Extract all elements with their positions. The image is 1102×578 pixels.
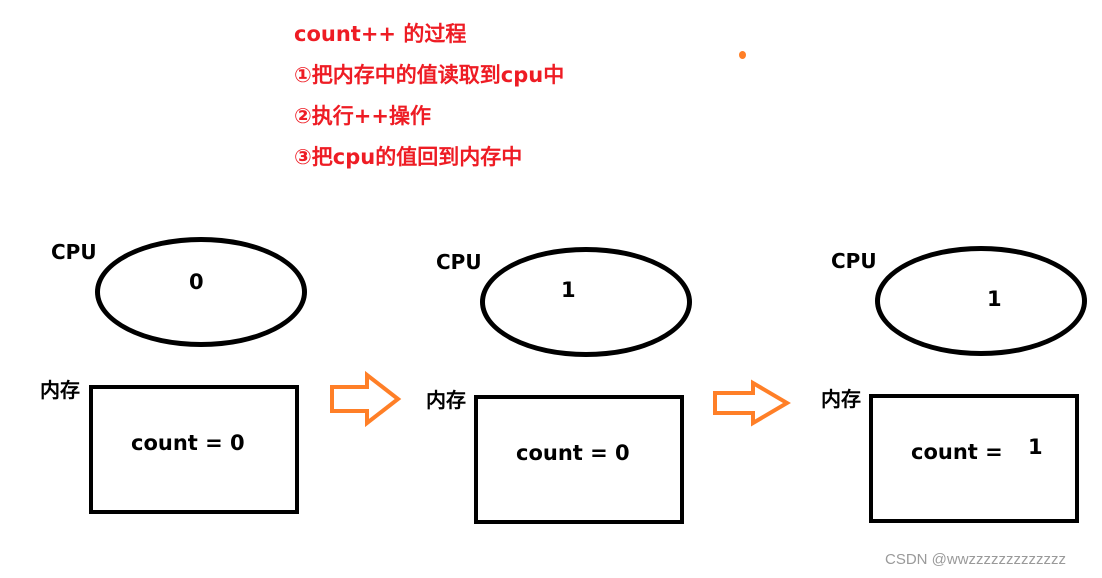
memory-text: count = 0 [131, 431, 245, 455]
step-2-text: ②执行++操作 [294, 104, 431, 128]
cpu-value: 1 [561, 278, 576, 302]
watermark: CSDN @wwzzzzzzzzzzzzz [885, 551, 1067, 568]
cpu-label: CPU [436, 250, 482, 274]
cpu-label: CPU [831, 249, 877, 273]
cpu-value: 0 [189, 270, 204, 294]
memory-label: 内存 [426, 388, 466, 412]
cpu-label: CPU [51, 240, 97, 264]
arrow-right-icon [330, 370, 402, 428]
memory-value: 1 [1028, 435, 1043, 459]
cpu-value: 1 [987, 287, 1002, 311]
cpu-register-ellipse [480, 247, 692, 357]
memory-text: count = 0 [516, 441, 630, 465]
memory-label: 内存 [821, 387, 861, 411]
process-title: count++ 的过程 [294, 22, 467, 46]
arrow-right-icon [713, 379, 791, 427]
memory-label: 内存 [40, 378, 80, 402]
step-3-text: ③把cpu的值回到内存中 [294, 145, 523, 169]
step-1-text: ①把内存中的值读取到cpu中 [294, 63, 565, 87]
stray-dot [739, 51, 746, 59]
cpu-register-ellipse [875, 246, 1087, 356]
memory-text: count = [911, 440, 1003, 464]
